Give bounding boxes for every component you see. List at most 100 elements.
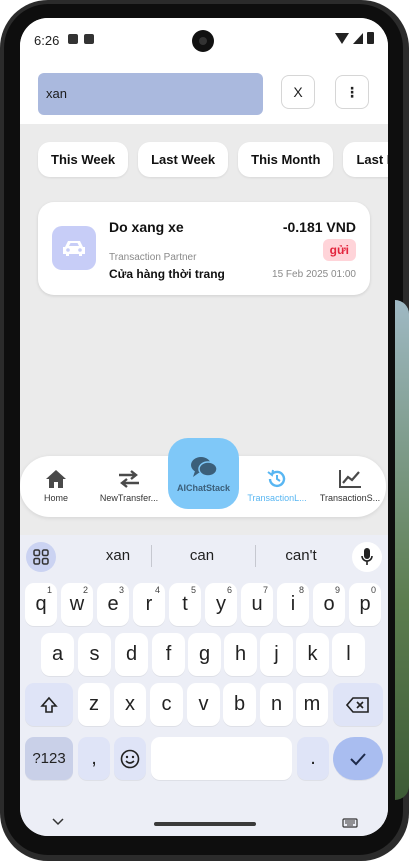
- transaction-title: Do xang xe: [109, 219, 184, 235]
- key-p[interactable]: p0: [349, 583, 381, 626]
- status-badge: gửi: [322, 239, 356, 261]
- ai-chat-fab[interactable]: AIChatStack: [168, 438, 239, 509]
- key-label: t: [182, 593, 188, 615]
- key-hint: 6: [226, 585, 232, 595]
- key-hint: 2: [82, 585, 88, 595]
- nav-transaction-stats-label: TransactionS...: [319, 493, 381, 503]
- enter-key[interactable]: [333, 737, 383, 780]
- backspace-icon: [346, 696, 369, 713]
- home-gesture-bar[interactable]: [154, 822, 256, 826]
- key-x[interactable]: x: [114, 683, 146, 726]
- space-key[interactable]: [151, 737, 292, 780]
- key-hint: 9: [334, 585, 340, 595]
- emoji-icon: [120, 749, 140, 768]
- emoji-key[interactable]: [114, 737, 146, 780]
- key-a[interactable]: a: [41, 633, 74, 676]
- key-label: o: [323, 593, 335, 615]
- key-t[interactable]: t5: [169, 583, 201, 626]
- key-y[interactable]: y6: [205, 583, 237, 626]
- key-label: p: [359, 593, 371, 615]
- key-o[interactable]: o9: [313, 583, 345, 626]
- key-label: y: [216, 593, 226, 615]
- battery-icon: [367, 32, 374, 44]
- status-icons: [335, 32, 374, 44]
- camera-cutout: [192, 30, 214, 52]
- key-label: r: [145, 593, 153, 615]
- key-c[interactable]: c: [150, 683, 183, 726]
- key-label: u: [251, 593, 263, 615]
- shift-icon: [40, 696, 58, 713]
- key-g[interactable]: g: [188, 633, 221, 676]
- keyboard-switch-icon[interactable]: [342, 818, 358, 828]
- signal-icon: [353, 32, 363, 44]
- key-q[interactable]: q1: [25, 583, 57, 626]
- key-label: e: [107, 593, 119, 615]
- on-screen-keyboard: xan can can't q1 w2 e3 r4 t5 y6 u7 i8 o9…: [20, 535, 388, 836]
- suggestion-strip: xan can can't: [20, 535, 388, 576]
- key-m[interactable]: m: [296, 683, 328, 726]
- key-k[interactable]: k: [296, 633, 329, 676]
- filter-this-week[interactable]: This Week: [38, 142, 129, 177]
- period-key[interactable]: .: [297, 737, 329, 780]
- key-label: i: [290, 593, 296, 615]
- partner-label: Transaction Partner: [109, 252, 197, 263]
- search-input[interactable]: xan: [38, 73, 263, 115]
- symbols-key[interactable]: ?123: [25, 737, 73, 780]
- key-hint: 5: [190, 585, 196, 595]
- key-j[interactable]: j: [260, 633, 293, 676]
- key-s[interactable]: s: [78, 633, 111, 676]
- filter-last-week[interactable]: Last Week: [138, 142, 229, 177]
- status-bar: 6:26: [20, 18, 388, 60]
- wallpaper-edge: [395, 300, 409, 800]
- home-icon: [23, 468, 89, 490]
- status-time: 6:26: [34, 33, 60, 48]
- key-w[interactable]: w2: [61, 583, 93, 626]
- chat-icon: [189, 455, 219, 483]
- key-b[interactable]: b: [223, 683, 256, 726]
- key-label: q: [35, 593, 47, 615]
- transaction-card[interactable]: Do xang xe -0.181 VND gửi Transaction Pa…: [38, 202, 370, 295]
- chevron-down-icon[interactable]: [52, 818, 64, 826]
- wifi-icon: [335, 32, 349, 44]
- suggestion-2[interactable]: can: [152, 547, 252, 564]
- key-d[interactable]: d: [115, 633, 148, 676]
- nav-new-transfer-label: NewTransfer...: [99, 493, 159, 503]
- transaction-amount: -0.181 VND: [282, 219, 356, 235]
- nav-transaction-stats[interactable]: TransactionS...: [317, 468, 383, 503]
- key-e[interactable]: e3: [97, 583, 129, 626]
- checkmark-icon: [350, 752, 366, 765]
- history-icon: [244, 468, 310, 490]
- notification-icon: [68, 34, 78, 44]
- suggestion-3[interactable]: can't: [251, 547, 351, 564]
- nav-transaction-list[interactable]: TransactionL...: [244, 468, 310, 503]
- nav-home[interactable]: Home: [23, 468, 89, 503]
- key-n[interactable]: n: [260, 683, 293, 726]
- shift-key[interactable]: [25, 683, 73, 726]
- comma-key[interactable]: ,: [78, 737, 110, 780]
- key-r[interactable]: r4: [133, 583, 165, 626]
- key-h[interactable]: h: [224, 633, 257, 676]
- ai-chat-label: AIChatStack: [176, 482, 230, 493]
- filter-last-month[interactable]: Last Month: [343, 142, 388, 177]
- clear-search-button[interactable]: X: [281, 75, 315, 109]
- filter-this-month[interactable]: This Month: [238, 142, 334, 177]
- key-f[interactable]: f: [152, 633, 185, 676]
- key-hint: 8: [298, 585, 304, 595]
- date-filter-chips: This Week Last Week This Month Last Mont…: [38, 142, 388, 177]
- nav-new-transfer[interactable]: NewTransfer...: [96, 468, 162, 503]
- system-navigation-bar: [20, 812, 388, 836]
- chart-icon: [317, 468, 383, 490]
- keyboard-apps-icon[interactable]: [26, 542, 56, 572]
- microphone-icon[interactable]: [352, 542, 382, 572]
- key-v[interactable]: v: [187, 683, 220, 726]
- key-z[interactable]: z: [78, 683, 110, 726]
- key-l[interactable]: l: [332, 633, 365, 676]
- key-hint: 4: [154, 585, 160, 595]
- key-hint: 0: [370, 585, 376, 595]
- nav-home-label: Home: [43, 493, 68, 503]
- backspace-key[interactable]: [333, 683, 383, 726]
- more-menu-button[interactable]: ⋮: [335, 75, 369, 109]
- key-hint: 1: [46, 585, 52, 595]
- key-i[interactable]: i8: [277, 583, 309, 626]
- key-u[interactable]: u7: [241, 583, 273, 626]
